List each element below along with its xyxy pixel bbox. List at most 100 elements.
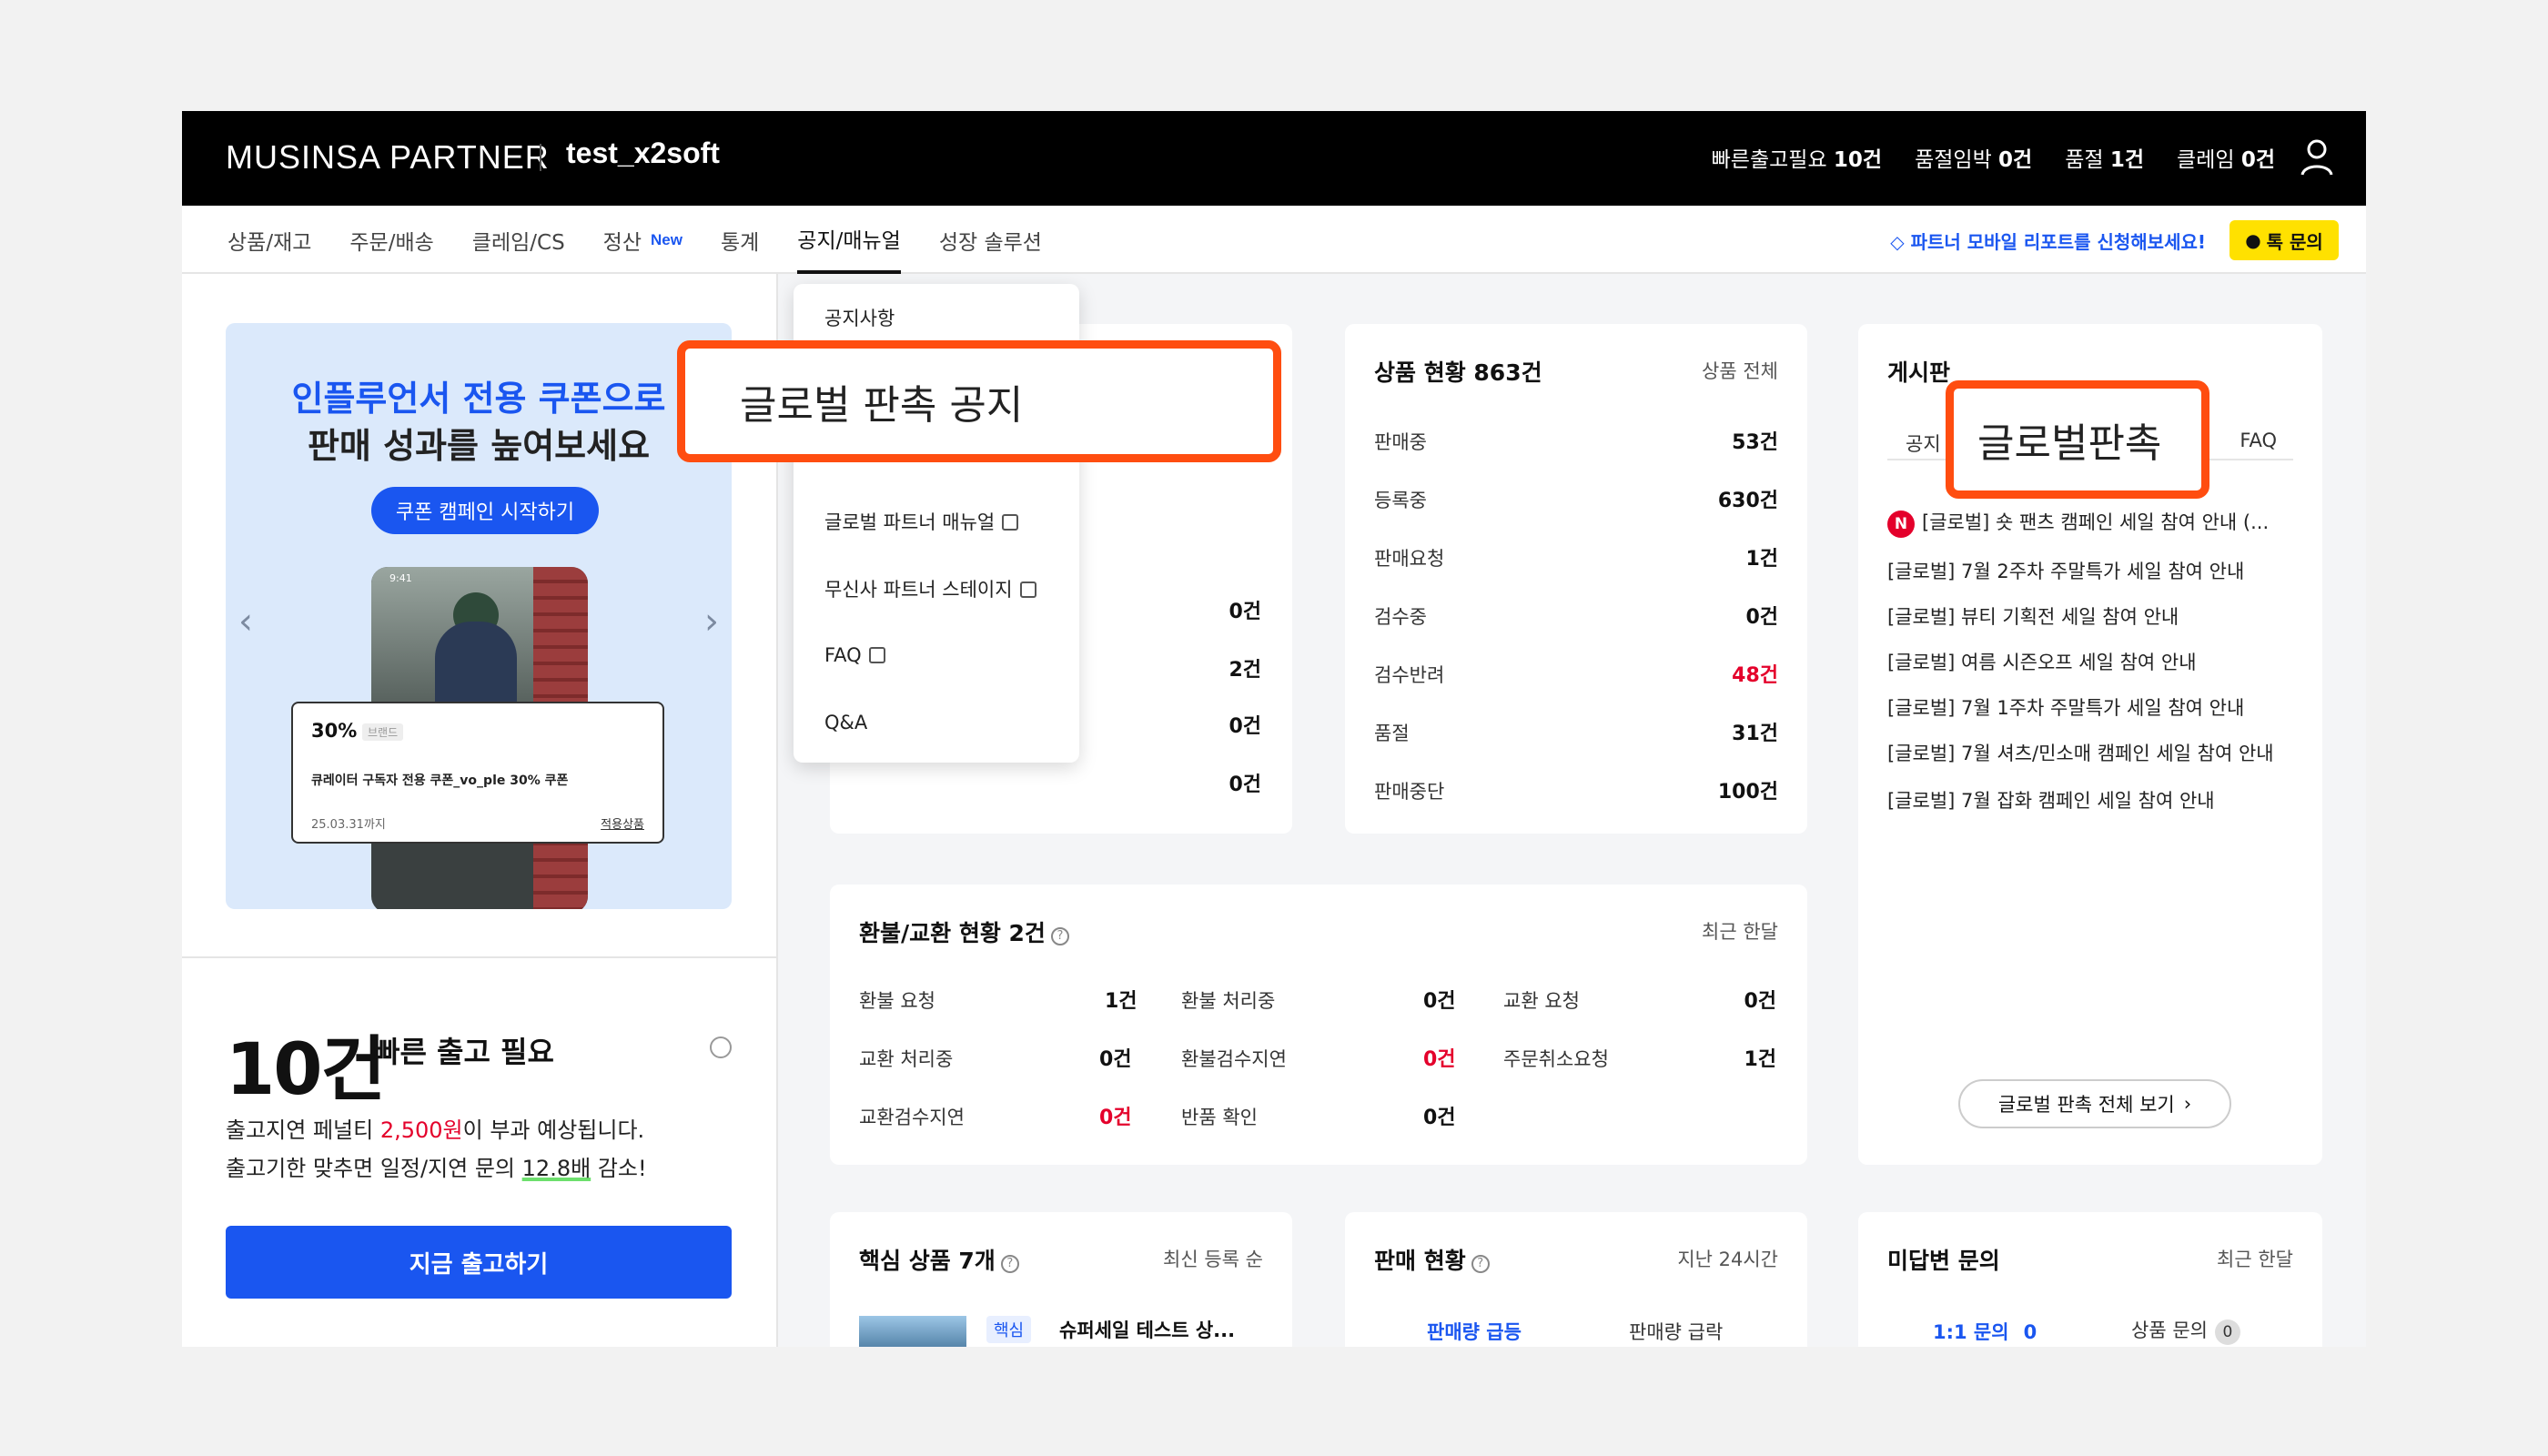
user-icon[interactable] <box>2295 135 2339 178</box>
status-value[interactable]: 31건 <box>1732 717 1778 746</box>
board-item[interactable]: [글로벌] 7월 잡화 캠페인 세일 참여 안내 <box>1887 786 2215 814</box>
nav-stats[interactable]: 통계 <box>721 206 759 274</box>
refund-value[interactable]: 0건 <box>1744 985 1776 1014</box>
refund-value[interactable]: 0건 <box>1099 1043 1132 1072</box>
refund-title: 환불/교환 현황 2건? <box>859 915 1069 948</box>
refund-value[interactable]: 1건 <box>1744 1043 1776 1072</box>
logo[interactable]: MUSINSA PARTNER <box>226 138 550 177</box>
board-item[interactable]: [글로벌] 7월 1주차 주말특가 세일 참여 안내 <box>1887 693 2244 721</box>
tab-global-promo[interactable]: 글로벌판촉 <box>1946 380 2209 499</box>
refund-value-alert[interactable]: 0건 <box>1099 1101 1132 1130</box>
nav-claims[interactable]: 클레임/CS <box>472 206 565 274</box>
coupon-campaign-button[interactable]: 쿠폰 캠페인 시작하기 <box>371 487 599 534</box>
mobile-report-link[interactable]: ◇ 파트너 모바일 리포트를 신청해보세요! <box>1890 228 2206 254</box>
product-status-sub[interactable]: 상품 전체 <box>1702 357 1778 384</box>
status-value[interactable]: 630건 <box>1718 484 1778 513</box>
tab-sales-surge[interactable]: 판매량 급등 <box>1427 1318 1522 1345</box>
board-item[interactable]: [글로벌] 여름 시즌오프 세일 참여 안내 <box>1887 648 2197 675</box>
chevron-left-icon[interactable]: ‹ <box>238 601 253 642</box>
core-product-name[interactable]: 슈퍼세일 테스트 상... <box>1059 1316 1235 1343</box>
help-icon[interactable]: ? <box>1000 1255 1019 1273</box>
nav-notice-manual[interactable]: 공지/매뉴얼 <box>797 206 901 274</box>
product-thumbnail[interactable] <box>859 1316 966 1347</box>
tab-notice[interactable]: 공지 <box>1906 430 1941 457</box>
external-link-icon <box>1002 514 1019 531</box>
help-icon[interactable]: ? <box>1050 927 1069 945</box>
board-item[interactable]: N [글로벌] 숏 팬츠 캠페인 세일 참여 안내 (... <box>1887 508 2269 538</box>
banner-headline: 인플루언서 전용 쿠폰으로 <box>291 379 666 419</box>
view-all-button[interactable]: 글로벌 판촉 전체 보기 › <box>1958 1079 2231 1128</box>
sales-sub: 지난 24시간 <box>1677 1249 1778 1270</box>
stat-sold-out[interactable]: 품절 1건 <box>2065 142 2144 173</box>
status-label-alert[interactable]: 검수반려 <box>1374 661 1444 688</box>
status-value-alert[interactable]: 48건 <box>1732 659 1778 688</box>
status-label[interactable]: 판매중 <box>1374 428 1427 455</box>
inquiry-sub: 최근 한달 <box>2217 1249 2293 1270</box>
status-label[interactable]: 검수중 <box>1374 602 1427 630</box>
refund-label-alert[interactable]: 환불검수지연 <box>1181 1045 1287 1072</box>
chevron-right-icon: › <box>2183 1093 2192 1115</box>
tab-sales-drop[interactable]: 판매량 급락 <box>1629 1318 1723 1345</box>
status-label[interactable]: 판매중단 <box>1374 777 1444 804</box>
board-item[interactable]: [글로벌] 7월 2주차 주말특가 세일 참여 안내 <box>1887 557 2244 584</box>
promo-banner[interactable]: 인플루언서 전용 쿠폰으로 판매 성과를 높여보세요 쿠폰 캠페인 시작하기 ‹… <box>226 323 732 909</box>
status-value[interactable]: 100건 <box>1718 775 1778 804</box>
chat-bubble-icon: ● <box>2245 229 2261 251</box>
dropdown-item-global-manual[interactable]: 글로벌 파트너 매뉴얼 <box>824 508 1019 535</box>
coupon-name: 큐레이터 구독자 전용 쿠폰_vo_ple 30% 쿠폰 <box>311 774 569 788</box>
refund-value[interactable]: 0건 <box>1423 1101 1456 1130</box>
status-value[interactable]: 53건 <box>1732 426 1778 455</box>
coupon-percent: 30% <box>311 720 358 742</box>
refund-value-alert[interactable]: 0건 <box>1423 1043 1456 1072</box>
refund-label[interactable]: 반품 확인 <box>1181 1103 1258 1130</box>
tab-faq[interactable]: FAQ <box>2240 430 2277 451</box>
tab-one-to-one[interactable]: 1:1 문의 0 <box>1933 1318 2037 1345</box>
chevron-right-icon[interactable]: › <box>704 601 719 642</box>
stat-low-stock[interactable]: 품절임박 0건 <box>1915 142 2032 173</box>
order-value-4: 0건 <box>1228 774 1261 796</box>
nav-orders[interactable]: 주문/배송 <box>349 206 433 274</box>
dropdown-item-qna[interactable]: Q&A <box>824 712 867 733</box>
stat-fast-shipping[interactable]: 빠른출고필요 10건 <box>1712 142 1882 173</box>
refund-label[interactable]: 환불 요청 <box>859 986 935 1014</box>
external-link-icon <box>868 647 885 663</box>
status-value[interactable]: 1건 <box>1745 542 1778 571</box>
status-label[interactable]: 품절 <box>1374 719 1410 746</box>
core-products-sub: 최신 등록 순 <box>1163 1249 1263 1270</box>
inquiry-card: 미답변 문의 최근 한달 1:1 문의 0 상품 문의 0 <box>1858 1212 2322 1347</box>
board-item[interactable]: [글로벌] 뷰티 기획전 세일 참여 안내 <box>1887 602 2179 630</box>
status-label[interactable]: 판매요청 <box>1374 544 1444 571</box>
dropdown-item-faq[interactable]: FAQ <box>824 644 885 666</box>
dropdown-item-partner-stage[interactable]: 무신사 파트너 스테이지 <box>824 575 1036 602</box>
stat-claim[interactable]: 클레임 0건 <box>2177 142 2275 173</box>
refund-value[interactable]: 0건 <box>1423 985 1456 1014</box>
dropdown-item-notice[interactable]: 공지사항 <box>824 304 895 331</box>
nav-settlement[interactable]: 정산 New <box>603 206 682 274</box>
nav-growth[interactable]: 성장 솔루션 <box>939 206 1042 274</box>
order-value-1: 0건 <box>1228 601 1261 623</box>
callout-global-promo-notice[interactable]: 글로벌 판촉 공지 <box>677 340 1281 462</box>
refund-label[interactable]: 주문취소요청 <box>1503 1045 1609 1072</box>
sales-card: 판매 현황? 지난 24시간 판매량 급등 판매량 급락 <box>1345 1212 1807 1347</box>
core-tag: 핵심 <box>986 1316 1032 1343</box>
refund-value[interactable]: 1건 <box>1105 985 1138 1014</box>
status-label[interactable]: 등록중 <box>1374 486 1427 513</box>
bulb-icon: ◇ <box>1890 231 1905 253</box>
board-title: 게시판 <box>1887 359 1951 386</box>
coupon-products-link: 적용상품 <box>601 818 644 832</box>
refund-label-alert[interactable]: 교환검수지연 <box>859 1103 965 1130</box>
talk-button[interactable]: ● 톡 문의 <box>2230 220 2339 260</box>
refund-label[interactable]: 환불 처리중 <box>1181 986 1275 1014</box>
refund-label[interactable]: 교환 처리중 <box>859 1045 953 1072</box>
tab-product-inquiry[interactable]: 상품 문의 0 <box>2131 1316 2240 1345</box>
core-products-card: 핵심 상품 7개? 최신 등록 순 핵심 슈퍼세일 테스트 상... <box>830 1212 1292 1347</box>
divider <box>182 956 778 958</box>
status-value[interactable]: 0건 <box>1745 601 1778 630</box>
ship-now-button[interactable]: 지금 출고하기 <box>226 1226 732 1299</box>
core-products-title: 핵심 상품 7개? <box>859 1243 1019 1276</box>
refund-label[interactable]: 교환 요청 <box>1503 986 1580 1014</box>
board-item[interactable]: [글로벌] 7월 셔츠/민소매 캠페인 세일 참여 안내 <box>1887 739 2274 766</box>
refresh-icon[interactable] <box>710 1036 732 1058</box>
help-icon[interactable]: ? <box>1471 1255 1490 1273</box>
nav-products[interactable]: 상품/재고 <box>228 206 311 274</box>
